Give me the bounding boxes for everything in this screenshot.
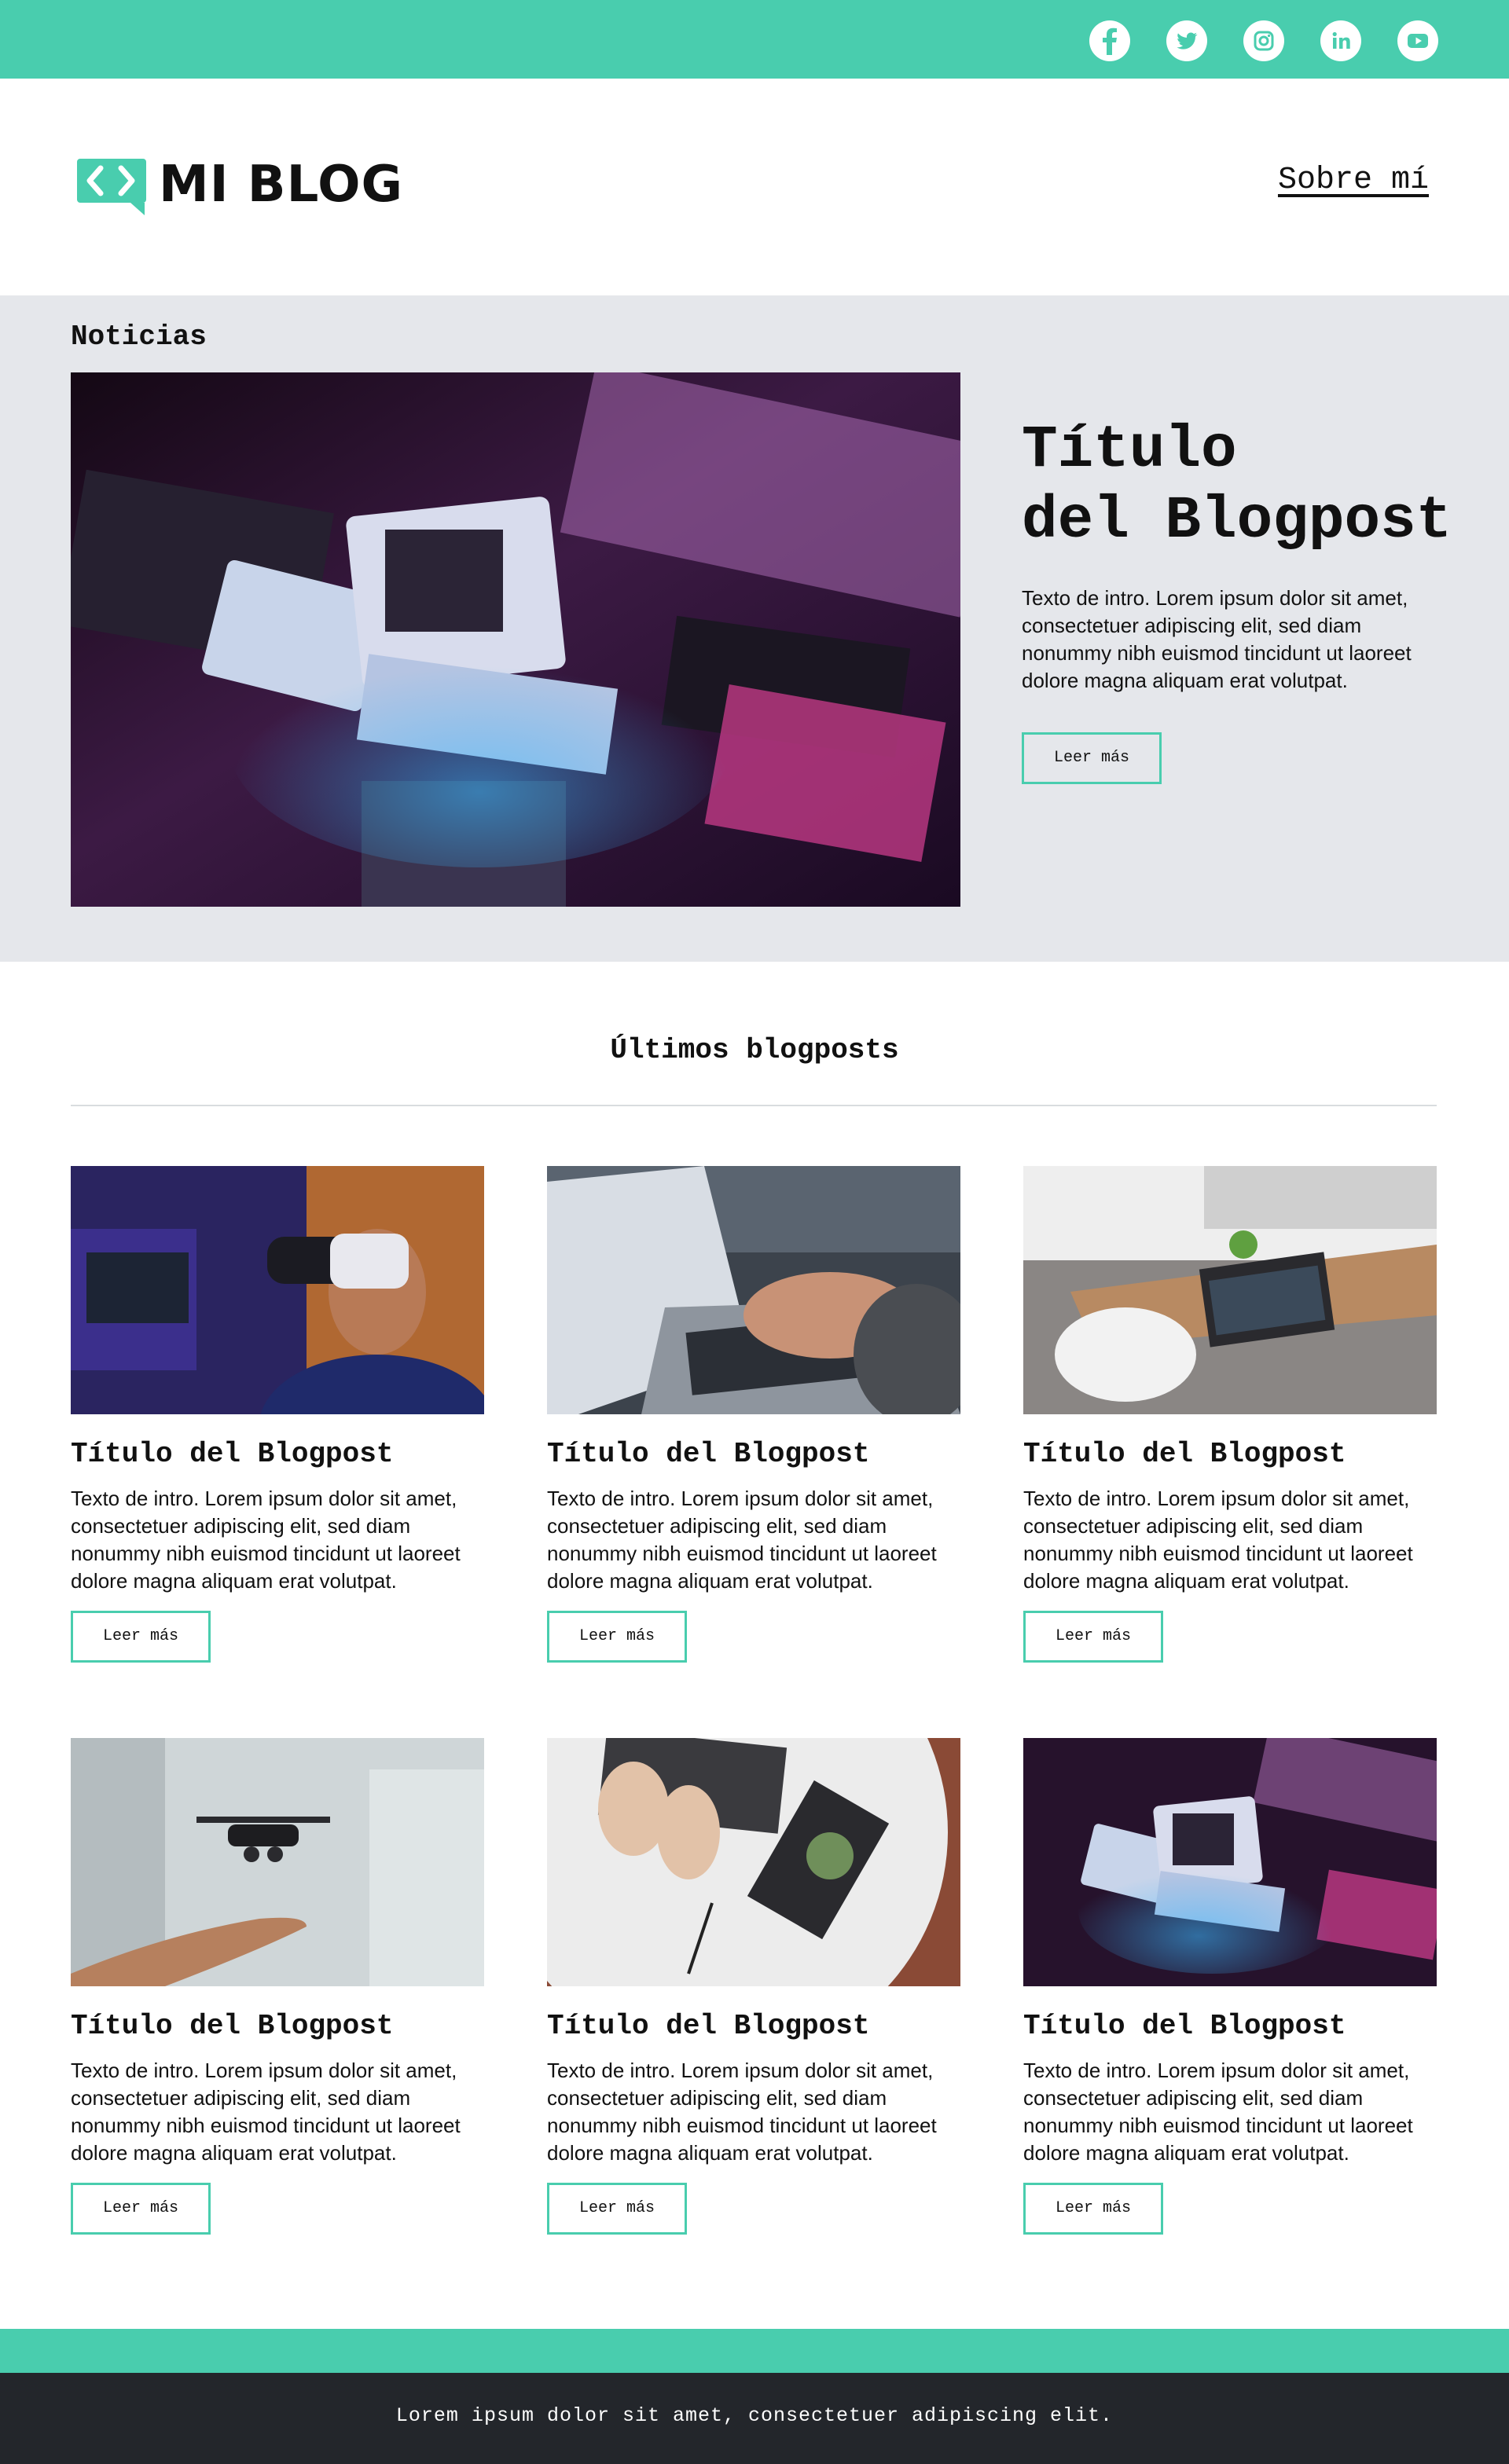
featured-read-more-button[interactable]: Leer más [1022,732,1162,784]
blog-card: Título del Blogpost Texto de intro. Lore… [71,1166,484,1669]
read-more-button[interactable]: Leer más [71,2183,211,2235]
featured-title-line2: del Blogpost [1022,487,1452,555]
twitter-icon[interactable] [1166,20,1207,61]
blog-card: Título del Blogpost Texto de intro. Lore… [71,1738,484,2241]
youtube-icon[interactable] [1397,20,1438,61]
divider [71,1105,1437,1106]
blog-card-intro: Texto de intro. Lorem ipsum dolor sit am… [1023,2059,1413,2165]
blog-card: Título del Blogpost Texto de intro. Lore… [547,1166,960,1669]
read-more-button[interactable]: Leer más [1023,2183,1163,2235]
read-more-button[interactable]: Leer más [547,1611,687,1663]
latest-heading: Últimos blogposts [610,1034,899,1066]
blog-card-intro: Texto de intro. Lorem ipsum dolor sit am… [71,1487,461,1593]
blog-card-title[interactable]: Título del Blogpost [1023,2010,1346,2042]
instagram-icon[interactable] [1243,20,1284,61]
section-label: Noticias [71,321,207,353]
featured-intro: Texto de intro. Lorem ipsum dolor sit am… [1022,586,1412,692]
featured-title: Título del Blogpost [1022,415,1493,556]
footer-accent-band [0,2329,1509,2373]
blog-card-image[interactable] [71,1166,484,1414]
blog-card-title[interactable]: Título del Blogpost [547,2010,869,2042]
featured-image[interactable] [71,372,960,907]
featured-section: Noticias Título del Blogpost Texto de in… [0,295,1509,962]
blog-card-intro: Texto de intro. Lorem ipsum dolor sit am… [547,1487,937,1593]
blog-card: Título del Blogpost Texto de intro. Lore… [1023,1738,1437,2241]
blog-card: Título del Blogpost Texto de intro. Lore… [1023,1166,1437,1669]
blog-card-image[interactable] [547,1738,960,1986]
linkedin-icon[interactable] [1320,20,1361,61]
blog-card-image[interactable] [1023,1738,1437,1986]
blog-card-title[interactable]: Título del Blogpost [71,2010,393,2042]
blog-card-intro: Texto de intro. Lorem ipsum dolor sit am… [1023,1487,1413,1593]
blog-card-title[interactable]: Título del Blogpost [71,1438,393,1470]
logo-mark-icon [77,159,146,215]
blog-card-image[interactable] [1023,1166,1437,1414]
top-bar [0,0,1509,79]
blog-card-image[interactable] [547,1166,960,1414]
read-more-button[interactable]: Leer más [1023,1611,1163,1663]
blog-card: Título del Blogpost Texto de intro. Lore… [547,1738,960,2241]
site-footer: Lorem ipsum dolor sit amet, consectetuer… [0,2373,1509,2464]
footer-text: Lorem ipsum dolor sit amet, consectetuer… [395,2404,1114,2427]
nav-about-link[interactable]: Sobre mí [1278,162,1429,200]
logo-text: MI BLOG [159,156,403,214]
site-header: MI BLOG Sobre mí [0,79,1509,295]
facebook-icon[interactable] [1089,20,1130,61]
blog-card-title[interactable]: Título del Blogpost [547,1438,869,1470]
blog-card-intro: Texto de intro. Lorem ipsum dolor sit am… [71,2059,461,2165]
blog-card-title[interactable]: Título del Blogpost [1023,1438,1346,1470]
blog-card-intro: Texto de intro. Lorem ipsum dolor sit am… [547,2059,937,2165]
read-more-button[interactable]: Leer más [547,2183,687,2235]
featured-title-line1: Título [1022,416,1237,484]
read-more-button[interactable]: Leer más [71,1611,211,1663]
blog-card-image[interactable] [71,1738,484,1986]
